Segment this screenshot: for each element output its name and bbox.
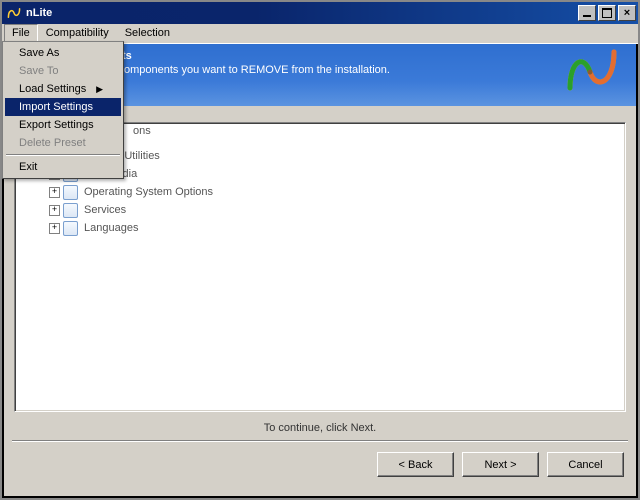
menu-save-as[interactable]: Save As — [5, 44, 121, 62]
checkbox[interactable] — [63, 185, 78, 200]
menu-import-settings[interactable]: Import Settings — [5, 98, 121, 116]
tree-item-languages[interactable]: + Languages — [21, 219, 619, 237]
menu-separator — [6, 154, 120, 156]
menu-exit[interactable]: Exit — [5, 158, 121, 176]
file-menu-dropdown: Save As Save To Load Settings▶ Import Se… — [2, 41, 124, 179]
expand-icon[interactable]: + — [49, 187, 60, 198]
back-button[interactable]: < Back — [377, 452, 454, 477]
submenu-arrow-icon: ▶ — [96, 84, 103, 95]
checkbox[interactable] — [63, 221, 78, 236]
expand-icon[interactable]: + — [49, 223, 60, 234]
cancel-button[interactable]: Cancel — [547, 452, 624, 477]
close-button[interactable]: × — [618, 5, 636, 21]
tree-label: Services — [84, 204, 126, 216]
menu-delete-preset[interactable]: Delete Preset — [5, 134, 121, 152]
window-controls: × — [578, 5, 636, 21]
minimize-button[interactable] — [578, 5, 596, 21]
wizard-buttons: < Back Next > Cancel — [2, 442, 638, 477]
tree-label: Languages — [84, 222, 138, 234]
nlite-logo-icon — [564, 46, 620, 92]
wizard-hint: To continue, click Next. — [14, 412, 626, 440]
tree-label: Operating System Options — [84, 186, 213, 198]
menu-export-settings[interactable]: Export Settings — [5, 116, 121, 134]
tree-item-services[interactable]: + Services — [21, 201, 619, 219]
window-title: nLite — [26, 7, 578, 19]
app-window: nLite × File Compatibility Selection ts … — [2, 2, 638, 498]
menu-selection[interactable]: Selection — [117, 24, 178, 43]
app-logo-icon — [6, 5, 22, 21]
menu-save-to[interactable]: Save To — [5, 62, 121, 80]
next-button[interactable]: Next > — [462, 452, 539, 477]
tree-item-fragment: ons — [133, 125, 151, 137]
maximize-button[interactable] — [598, 5, 616, 21]
checkbox[interactable] — [63, 203, 78, 218]
expand-icon[interactable]: + — [49, 205, 60, 216]
menu-load-settings[interactable]: Load Settings▶ — [5, 80, 121, 98]
banner-subtitle-fragment: omponents you want to REMOVE from the in… — [124, 64, 390, 76]
tree-item-os-options[interactable]: + Operating System Options — [21, 183, 619, 201]
title-bar: nLite × — [2, 2, 638, 24]
